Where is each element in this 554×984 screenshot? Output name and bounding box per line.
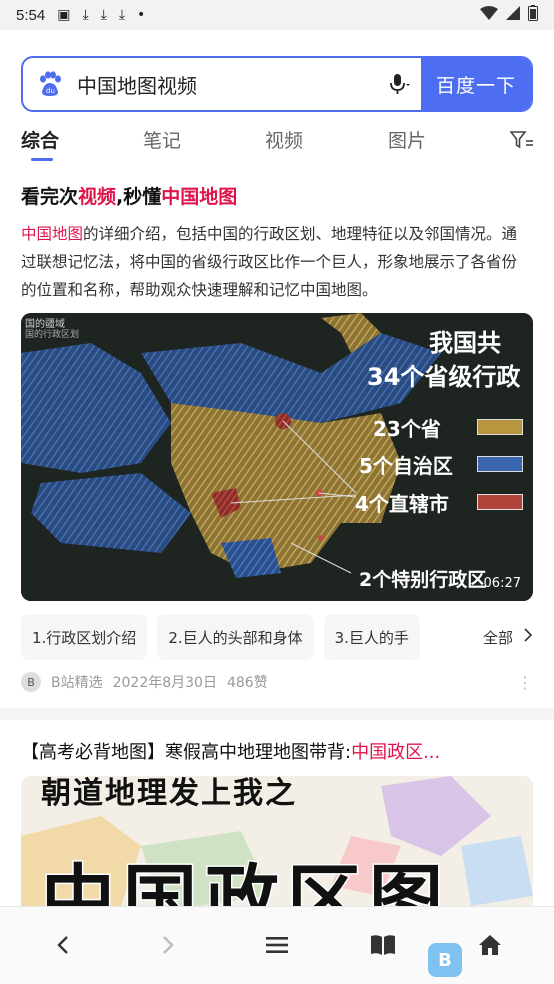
search-input[interactable]: 中国地图视频 — [77, 70, 377, 99]
result-description: 中国地图的详细介绍，包括中国的行政区划、地理特征以及邻国情况。通过联想记忆法，将… — [21, 220, 531, 304]
result-card-2[interactable]: 【高考必背地图】寒假高中地理地图带背:中国政区... 朝道地理发上我之 中国政区… — [0, 720, 554, 910]
floating-app-badge-icon[interactable]: B — [428, 943, 462, 977]
legend-item: 4个直辖市 — [355, 483, 523, 521]
bottom-navigation: B — [0, 906, 554, 984]
svg-text:du: du — [46, 87, 55, 95]
search-bar: du 中国地图视频 百度一下 — [21, 56, 533, 112]
title-part: 看完次 — [21, 186, 79, 208]
legend-label: 23个省 — [373, 416, 441, 441]
thumbnail-big-text: 中国政区图 — [40, 856, 451, 911]
legend-label: 5个自治区 — [359, 453, 453, 478]
legend-item: 23个省 — [373, 409, 523, 445]
status-bar: 5:54 ▣ ⤓ ⤓ ⤓ • — [0, 0, 554, 30]
signal-icon — [506, 6, 520, 24]
more-options-icon[interactable]: ⋮ — [517, 673, 533, 692]
video-heading-line1: 我国共 — [429, 329, 501, 357]
result-card-video[interactable]: 看完次视频,秒懂中国地图 中国地图的详细介绍，包括中国的行政区划、地理特征以及邻… — [0, 168, 554, 708]
chapter-chip[interactable]: 3.巨人的手 — [323, 614, 420, 660]
search-tabs: 综合 笔记 视频 图片 — [0, 122, 554, 162]
video-thumbnail[interactable]: 国的疆域 国的行政区划 我国共 34个省级行政 23个省 5个自治区 4个直辖市… — [21, 313, 533, 601]
desc-text: 的详细介绍，包括中国的行政区划、地理特征以及邻国情况。通过联想记忆法，将中国的省… — [21, 225, 518, 299]
chapter-chip[interactable]: 1.行政区划介绍 — [21, 614, 148, 660]
download-icon: ⤓ — [82, 7, 89, 23]
chevron-right-icon — [523, 628, 533, 646]
title-highlight: 中国政区... — [351, 742, 441, 763]
video-heading-line2: 34个省级行政 — [367, 363, 521, 391]
wifi-icon — [480, 6, 498, 24]
title-highlight: 视频 — [78, 186, 117, 208]
baidu-paw-icon[interactable]: du — [23, 58, 77, 110]
card-separator — [0, 708, 554, 720]
book-icon[interactable] — [365, 927, 401, 963]
chapters-all-label: 全部 — [482, 628, 513, 647]
status-time: 5:54 — [16, 6, 46, 24]
battery-icon — [528, 5, 538, 25]
tab-images[interactable]: 图片 — [388, 126, 426, 153]
chapters-all-button[interactable]: 全部 — [483, 627, 541, 648]
forward-icon[interactable] — [150, 927, 186, 963]
download-icon: ⤓ — [118, 7, 126, 23]
legend-swatch — [477, 456, 523, 472]
home-icon[interactable] — [472, 927, 508, 963]
desc-highlight: 中国地图 — [21, 225, 84, 243]
legend-item: 5个自治区 — [359, 445, 523, 483]
tab-video[interactable]: 视频 — [265, 126, 303, 153]
active-tab-indicator — [31, 158, 53, 161]
search-button[interactable]: 百度一下 — [421, 58, 531, 110]
back-icon[interactable] — [45, 927, 81, 963]
title-part: ,秒懂 — [116, 186, 162, 208]
filter-icon[interactable] — [509, 130, 534, 155]
result-meta: B B站精选 2022年8月30日 486赞 ⋮ — [21, 672, 533, 692]
bilibili-source-icon: B — [21, 672, 41, 692]
chapter-chips: 1.行政区划介绍 2.巨人的头部和身体 3.巨人的手 全部 — [21, 614, 541, 660]
title-highlight: 中国地图 — [161, 186, 238, 208]
mic-icon[interactable] — [377, 73, 421, 95]
more-notifications-icon: • — [137, 7, 146, 23]
video-duration: 06:27 — [483, 576, 521, 591]
tab-all[interactable]: 综合 — [21, 126, 59, 153]
like-count: 486赞 — [226, 675, 268, 691]
result-thumbnail[interactable]: 朝道地理发上我之 中国政区图 — [21, 776, 533, 910]
legend-label: 4个直辖市 — [355, 491, 449, 516]
video-legend: 23个省 5个自治区 4个直辖市 — [355, 409, 523, 521]
video-special-label: 2个特别行政区 — [359, 569, 487, 591]
source-name[interactable]: B站精选 — [51, 672, 103, 692]
chapter-chip[interactable]: 2.巨人的头部和身体 — [157, 614, 314, 660]
app-notification-icon: ▣ — [57, 7, 71, 23]
menu-icon[interactable] — [259, 927, 295, 963]
legend-swatch — [477, 419, 523, 435]
download-icon: ⤓ — [100, 7, 107, 23]
legend-swatch — [477, 494, 523, 510]
result-title[interactable]: 【高考必背地图】寒假高中地理地图带背:中国政区... — [21, 738, 533, 764]
video-corner-subtitle: 国的行政区划 — [25, 330, 80, 340]
result-title[interactable]: 看完次视频,秒懂中国地图 — [21, 182, 237, 209]
tab-notes[interactable]: 笔记 — [143, 126, 181, 153]
title-part: 【高考必背地图】寒假高中地理地图带背: — [21, 742, 352, 763]
publish-date: 2022年8月30日 — [112, 675, 217, 691]
thumbnail-top-text: 朝道地理发上我之 — [41, 776, 297, 811]
